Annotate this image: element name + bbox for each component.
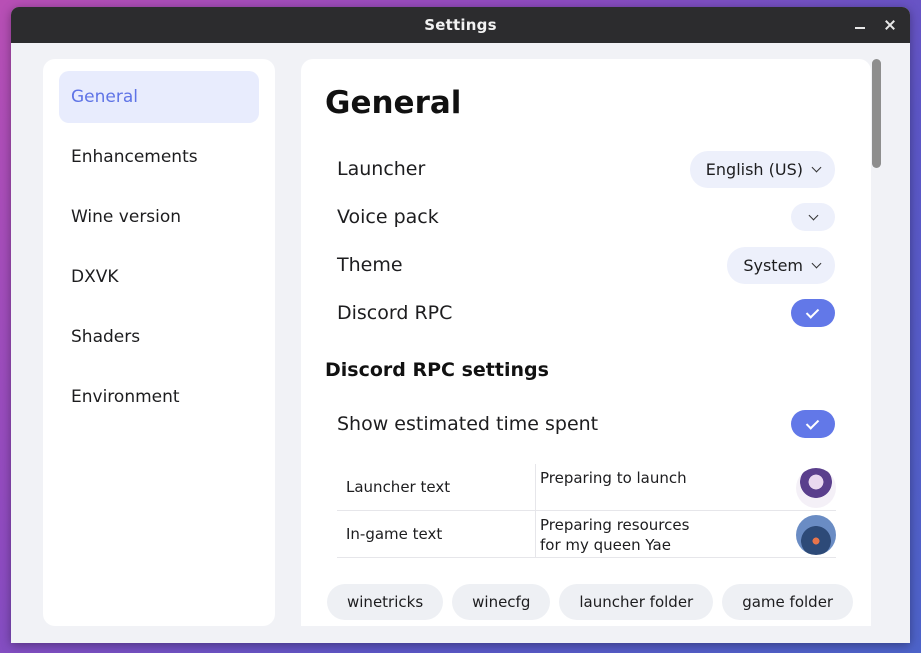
chevron-down-icon (811, 260, 821, 270)
table-row: In-game text Preparing resources for my … (337, 511, 836, 558)
rpc-text-table: Launcher text Preparing to launch In-gam… (337, 464, 836, 558)
theme-label: Theme (337, 254, 403, 276)
ingame-text-field[interactable]: Preparing resources for my queen Yae (536, 511, 836, 557)
show-time-row: Show estimated time spent (325, 405, 835, 443)
window-title: Settings (424, 16, 497, 34)
theme-row: Theme System (325, 246, 835, 284)
launcher-text-label: Launcher text (337, 464, 536, 510)
show-time-toggle[interactable] (791, 410, 835, 438)
sidebar-item-enhancements[interactable]: Enhancements (59, 131, 259, 183)
launcher-language-dropdown[interactable]: English (US) (689, 150, 835, 188)
settings-window: Settings General Enhancements Wine versi… (11, 7, 910, 643)
sidebar-item-wine-version[interactable]: Wine version (59, 191, 259, 243)
window-controls (852, 7, 898, 43)
discord-rpc-toggle[interactable] (791, 299, 835, 327)
ingame-text-label: In-game text (337, 511, 536, 557)
check-icon (807, 309, 819, 317)
sidebar: General Enhancements Wine version DXVK S… (43, 59, 275, 626)
launcher-text-value: Preparing to launch (540, 469, 687, 487)
winetricks-button[interactable]: winetricks (327, 584, 444, 620)
theme-dropdown[interactable]: System (727, 246, 835, 284)
chevron-down-icon (811, 164, 821, 174)
titlebar: Settings (11, 7, 910, 43)
table-row: Launcher text Preparing to launch (337, 464, 836, 511)
close-icon[interactable] (882, 17, 898, 33)
launcher-label: Launcher (337, 158, 426, 180)
check-icon (807, 420, 819, 428)
discord-rpc-label: Discord RPC (337, 302, 453, 324)
sidebar-item-dxvk[interactable]: DXVK (59, 251, 259, 303)
chevron-down-icon (808, 212, 818, 222)
minimize-icon[interactable] (852, 17, 868, 33)
sidebar-item-general[interactable]: General (59, 71, 259, 123)
ingame-avatar-image[interactable] (796, 515, 836, 555)
sidebar-item-environment[interactable]: Environment (59, 371, 259, 423)
launcher-avatar-image[interactable] (796, 468, 836, 508)
launcher-language-value: English (US) (705, 159, 803, 179)
game-folder-button[interactable]: game folder (722, 584, 854, 620)
launcher-text-field[interactable]: Preparing to launch (536, 464, 836, 510)
launcher-folder-button[interactable]: launcher folder (559, 584, 714, 620)
sidebar-item-shaders[interactable]: Shaders (59, 311, 259, 363)
voice-pack-row: Voice pack (325, 198, 835, 236)
voice-pack-label: Voice pack (337, 206, 439, 228)
launcher-row: Launcher English (US) (325, 150, 835, 188)
settings-content: General Launcher English (US) Voice pack… (301, 59, 871, 626)
ingame-text-value: Preparing resources for my queen Yae (540, 516, 690, 554)
action-buttons: winetricks winecfg launcher folder game … (327, 584, 854, 620)
page-title: General (325, 85, 462, 121)
discord-rpc-row: Discord RPC (325, 294, 835, 332)
winecfg-button[interactable]: winecfg (452, 584, 551, 620)
show-time-label: Show estimated time spent (337, 413, 599, 435)
content-scrollbar[interactable] (872, 59, 881, 168)
theme-value: System (743, 255, 803, 275)
discord-rpc-settings-heading: Discord RPC settings (325, 359, 549, 381)
voice-pack-dropdown[interactable] (791, 203, 835, 231)
